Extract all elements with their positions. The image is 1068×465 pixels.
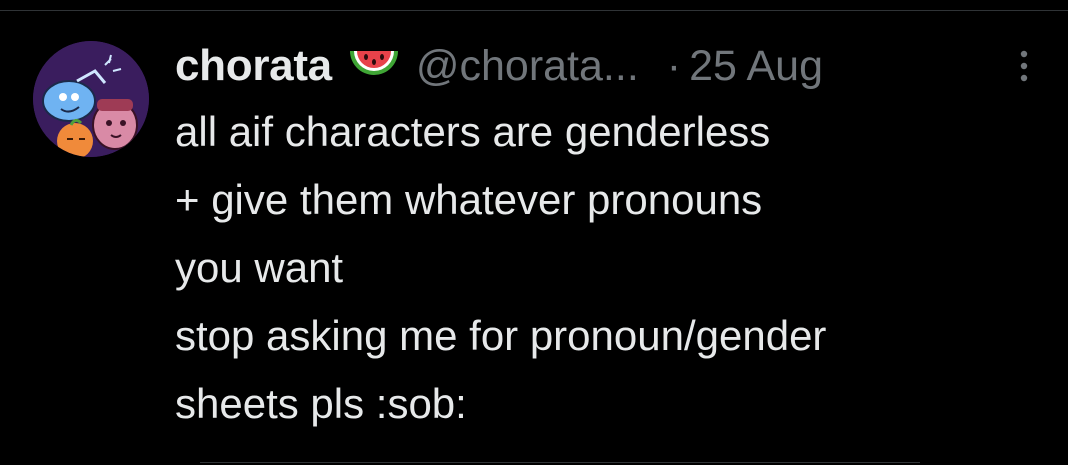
bottom-divider (200, 462, 920, 463)
post-text-line: you want (175, 244, 344, 291)
post-text: all aif characters are genderless + give… (175, 98, 1055, 438)
handle[interactable]: @chorata... (416, 42, 639, 91)
post-text-line: + give them whatever pronouns (175, 176, 763, 223)
more-options-button[interactable] (1004, 40, 1044, 92)
avatar[interactable] (33, 41, 149, 157)
watermelon-icon (346, 43, 402, 89)
display-name[interactable]: chorata (175, 41, 332, 91)
more-vertical-icon (1020, 50, 1028, 82)
post-text-line: all aif characters are genderless (175, 108, 771, 155)
avatar-illustration (33, 41, 149, 157)
post-text-line: sheets pls :sob: (175, 380, 467, 427)
timestamp[interactable]: 25 Aug (689, 42, 823, 91)
separator-dot: · (666, 41, 682, 90)
post-header: chorata @chorata... · 25 Aug (175, 36, 823, 96)
top-divider (0, 10, 1068, 11)
post-text-line: stop asking me for pronoun/gender (175, 312, 827, 359)
